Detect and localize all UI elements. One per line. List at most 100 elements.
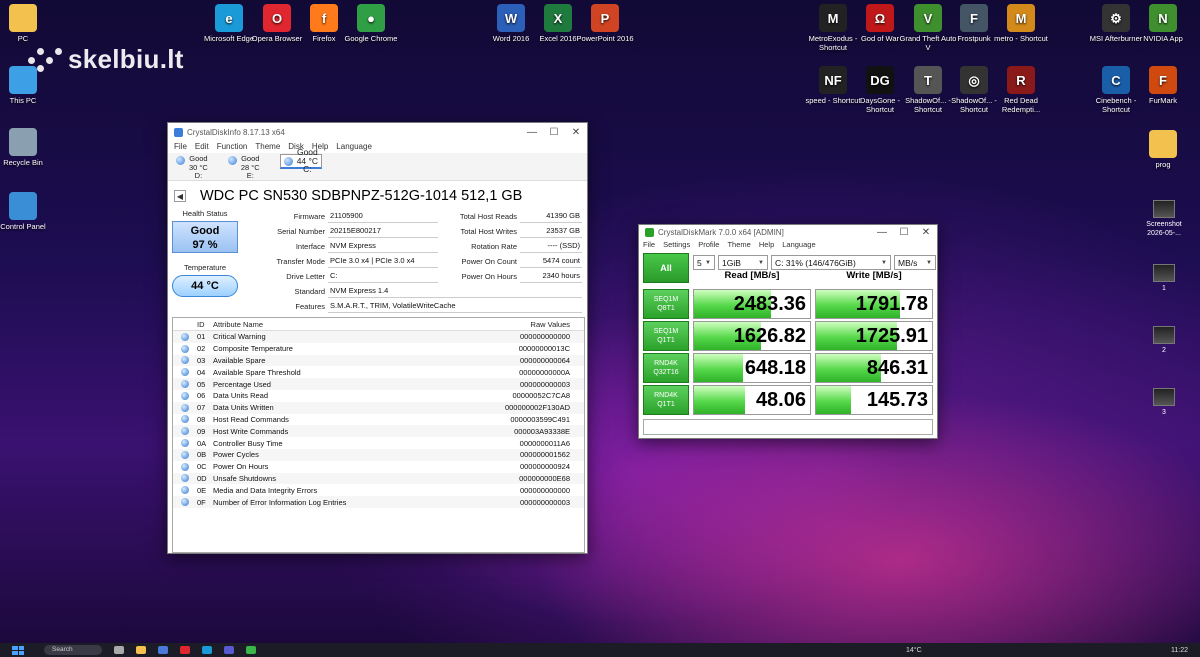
- table-row[interactable]: 05 Percentage Used 000000000003: [173, 378, 584, 390]
- minimize-button[interactable]: —: [521, 127, 543, 138]
- status-dot-icon: [181, 332, 189, 341]
- desktop-icon[interactable]: prog: [1132, 130, 1194, 169]
- desktop-icon[interactable]: Mmetro - Shortcut: [990, 4, 1052, 43]
- menu-settings[interactable]: Settings: [663, 240, 690, 250]
- smart-table: ID Attribute Name Raw Values 01 Critical Wa…: [172, 317, 585, 553]
- drive-tab-d[interactable]: Good 30 °C D:: [176, 154, 208, 180]
- desktop-icon[interactable]: R Red Dead Redempti...: [990, 66, 1052, 114]
- table-row[interactable]: 06 Data Units Read 00000052C7CA8: [173, 390, 584, 402]
- desktop-icon-control-panel[interactable]: Control Panel: [0, 192, 54, 231]
- drive-tab-e[interactable]: Good 28 °C E:: [227, 154, 260, 180]
- close-button[interactable]: ✕: [915, 227, 937, 238]
- menu-theme[interactable]: Theme: [727, 240, 750, 250]
- standard-row: Standard NVM Express 1.4: [244, 284, 582, 298]
- menu-file[interactable]: File: [174, 142, 187, 152]
- edge-icon[interactable]: [202, 646, 212, 654]
- drive-selector: Good 30 °C D: Good 28 °C E: Good 44 °C C:: [168, 148, 587, 181]
- test-button[interactable]: RND4K Q32T16: [643, 353, 689, 383]
- opera-icon[interactable]: [180, 646, 190, 654]
- maximize-button[interactable]: ☐: [543, 127, 565, 138]
- table-row[interactable]: 0A Controller Busy Time 0000000011A6: [173, 437, 584, 449]
- features-row: Features S.M.A.R.T., TRIM, VolatileWriteC…: [244, 299, 582, 313]
- cdi-titlebar[interactable]: CrystalDiskInfo 8.17.13 x64 — ☐ ✕: [168, 123, 587, 141]
- status-dot-icon: [181, 498, 189, 507]
- windows-start-icon[interactable]: [12, 645, 24, 655]
- menu-function[interactable]: Function: [217, 142, 248, 152]
- table-row[interactable]: 03 Available Spare 000000000064: [173, 354, 584, 367]
- health-dot-icon: [283, 157, 293, 166]
- app-shortcut-icon: DG: [866, 66, 894, 94]
- menu-profile[interactable]: Profile: [698, 240, 719, 250]
- menu-language[interactable]: Language: [336, 142, 372, 152]
- table-row[interactable]: 0C Power On Hours 000000000924: [173, 461, 584, 473]
- comment-field[interactable]: [643, 419, 933, 435]
- table-row[interactable]: 0D Unsafe Shutdowns 000000000E68: [173, 472, 584, 485]
- app-shortcut-icon: C: [1102, 66, 1130, 94]
- benchmark-row: SEQ1M Q1T1 1626.82 1725.91: [643, 321, 933, 351]
- table-header: ID Attribute Name Raw Values: [173, 318, 584, 331]
- desktop-icon-1[interactable]: 1: [1140, 264, 1188, 294]
- test-button[interactable]: SEQ1M Q1T1: [643, 321, 689, 351]
- table-row[interactable]: 09 Host Write Commands 000003A93338E: [173, 425, 584, 438]
- desktop-icon-pc[interactable]: PC: [0, 4, 54, 43]
- app-shortcut-icon: ●: [357, 4, 385, 32]
- run-all-button[interactable]: All: [643, 253, 689, 283]
- desktop-icon[interactable]: F FurMark: [1132, 66, 1194, 105]
- test-size-select[interactable]: 1GiB ▼: [718, 255, 768, 270]
- desktop-icon[interactable]: P PowerPoint 2016: [574, 4, 636, 43]
- test-button[interactable]: SEQ1M Q8T1: [643, 289, 689, 319]
- chevron-down-icon: ▼: [758, 259, 764, 266]
- desktop-icon-3[interactable]: 3: [1140, 388, 1188, 418]
- temperature-box: 44 °C: [172, 275, 238, 297]
- table-row[interactable]: 0F Number of Error Information Log Entrie…: [173, 496, 584, 508]
- image-file-icon: [1153, 264, 1175, 282]
- write-result: 1791.78: [815, 289, 933, 319]
- menu-theme[interactable]: Theme: [255, 142, 280, 152]
- app-icon[interactable]: [224, 646, 234, 654]
- desktop-icon-screenshot[interactable]: Screenshot 2026-05-...: [1140, 200, 1188, 238]
- test-button[interactable]: RND4K Q1T1: [643, 385, 689, 415]
- table-row[interactable]: 01 Critical Warning 000000000000: [173, 331, 584, 343]
- status-dot-icon: [181, 439, 189, 448]
- desktop-icon[interactable]: N NVIDIA App: [1132, 4, 1194, 43]
- cdm-titlebar[interactable]: CrystalDiskMark 7.0.0 x64 [ADMIN] — ☐ ✕: [639, 225, 937, 239]
- file-explorer-icon[interactable]: [136, 646, 146, 654]
- menu-language[interactable]: Language: [782, 240, 815, 250]
- previous-disk-button[interactable]: ◀: [174, 190, 186, 202]
- desktop-icon-this-pc[interactable]: This PC: [0, 66, 54, 105]
- menu-help[interactable]: Help: [759, 240, 774, 250]
- search-box[interactable]: Search: [44, 645, 102, 655]
- test-count-select[interactable]: 5 ▼: [693, 255, 715, 270]
- read-header: Read [MB/s]: [724, 270, 780, 281]
- unit-select[interactable]: MB/s ▼: [894, 255, 936, 270]
- taskview-icon[interactable]: [114, 646, 124, 654]
- drive-select[interactable]: C: 31% (146/476GiB) ▼: [771, 255, 891, 270]
- maximize-button[interactable]: ☐: [893, 227, 915, 238]
- minimize-button[interactable]: —: [871, 227, 893, 238]
- app-icon[interactable]: [246, 646, 256, 654]
- close-button[interactable]: ✕: [565, 127, 587, 138]
- write-result: 145.73: [815, 385, 933, 415]
- table-row[interactable]: 0B Power Cycles 000000001562: [173, 448, 584, 461]
- table-row[interactable]: 08 Host Read Commands 0000003599C491: [173, 414, 584, 426]
- app-shortcut-icon: N: [1149, 4, 1177, 32]
- menu-edit[interactable]: Edit: [195, 142, 209, 152]
- menu-file[interactable]: File: [643, 240, 655, 250]
- desktop-icon[interactable]: ● Google Chrome: [340, 4, 402, 43]
- weather-widget[interactable]: 14°C: [906, 647, 922, 654]
- image-file-icon: [1153, 200, 1175, 218]
- desktop-icon-2[interactable]: 2: [1140, 326, 1188, 356]
- drive-tab-c[interactable]: Good 44 °C C:: [279, 148, 323, 173]
- status-dot-icon: [181, 415, 189, 424]
- chevron-down-icon: ▼: [926, 259, 932, 266]
- app-shortcut-icon: NF: [819, 66, 847, 94]
- table-row[interactable]: 02 Composite Temperature 00000000013C: [173, 343, 584, 355]
- table-row[interactable]: 07 Data Units Written 000000002F130AD: [173, 401, 584, 414]
- table-row[interactable]: 0E Media and Data Integrity Errors 0000000…: [173, 484, 584, 496]
- health-status-box[interactable]: Good 97 %: [172, 221, 238, 253]
- store-icon[interactable]: [158, 646, 168, 654]
- table-row[interactable]: 04 Available Spare Threshold 00000000000A: [173, 366, 584, 378]
- desktop-icon-recycle-bin[interactable]: Recycle Bin: [0, 128, 54, 167]
- status-dot-icon: [181, 486, 189, 495]
- clock[interactable]: 11:22: [1171, 647, 1188, 654]
